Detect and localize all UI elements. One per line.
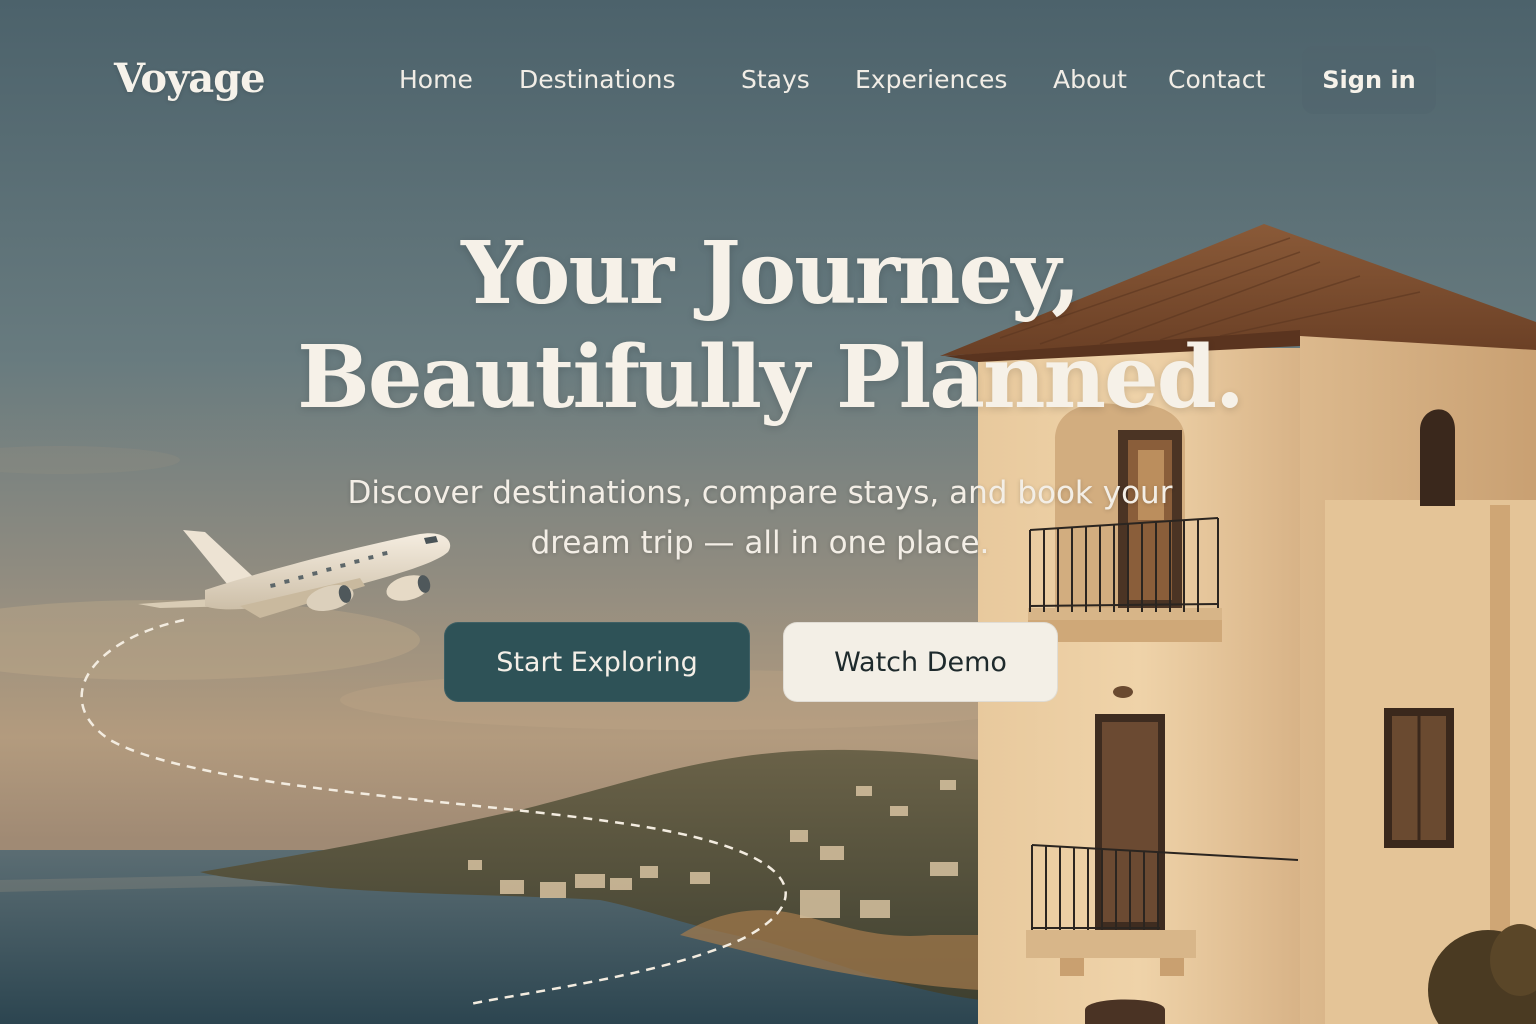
subtext-line-2: dream trip — all in one place. [530,525,990,561]
start-exploring-button[interactable]: Start Exploring [444,622,750,702]
brand-logo[interactable]: Voyage [114,50,266,108]
hero-headline: Your Journey, Beautifully Planned. [260,222,1280,430]
nav-link-contact[interactable]: Contact [1168,58,1265,102]
headline-line-2: Beautifully Planned. [297,327,1245,428]
headline-line-1: Your Journey, [461,223,1081,324]
nav-link-destinations[interactable]: Destinations [519,58,675,102]
nav-link-home[interactable]: Home [399,58,473,102]
nav-link-about[interactable]: About [1053,58,1127,102]
subtext-line-1: Discover destinations, compare stays, an… [347,475,1173,511]
nav-link-experiences[interactable]: Experiences [855,58,1007,102]
nav-link-stays[interactable]: Stays [741,58,810,102]
hero-section: Voyage Home Destinations Stays Experienc… [0,0,1536,1024]
sign-in-button[interactable]: Sign in [1302,46,1436,114]
hero-subtext: Discover destinations, compare stays, an… [300,468,1220,568]
watch-demo-button[interactable]: Watch Demo [783,622,1058,702]
